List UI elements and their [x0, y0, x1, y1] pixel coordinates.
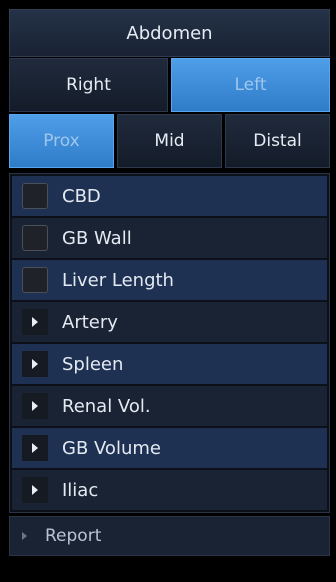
list-item-liver-length[interactable]: Liver Length: [12, 260, 327, 300]
list-item-renal-vol[interactable]: Renal Vol.: [12, 386, 327, 426]
position-selector: Prox Mid Distal: [9, 114, 330, 168]
side-selector: Right Left: [9, 58, 330, 112]
expand-arrow-icon[interactable]: [22, 435, 48, 461]
expand-arrow-icon[interactable]: [22, 477, 48, 503]
tab-right[interactable]: Right: [9, 58, 168, 112]
measurement-list: CBD GB Wall Liver Length Artery Spleen R…: [9, 173, 330, 513]
list-item-label: Renal Vol.: [62, 395, 151, 417]
expand-arrow-icon[interactable]: [22, 393, 48, 419]
cbd-checkbox[interactable]: [22, 183, 48, 209]
tab-distal[interactable]: Distal: [225, 114, 330, 168]
collapse-arrow-icon: [22, 532, 27, 540]
list-item-label: Iliac: [62, 479, 99, 501]
list-item-label: Liver Length: [62, 269, 174, 291]
gb-wall-checkbox[interactable]: [22, 225, 48, 251]
list-item-gb-volume[interactable]: GB Volume: [12, 428, 327, 468]
list-item-spleen[interactable]: Spleen: [12, 344, 327, 384]
tab-left[interactable]: Left: [171, 58, 330, 112]
list-item-artery[interactable]: Artery: [12, 302, 327, 342]
report-label: Report: [45, 526, 102, 546]
tab-mid[interactable]: Mid: [117, 114, 222, 168]
panel-title[interactable]: Abdomen: [9, 9, 330, 57]
list-item-label: Artery: [62, 311, 118, 333]
list-item-iliac[interactable]: Iliac: [12, 470, 327, 510]
expand-arrow-icon[interactable]: [22, 351, 48, 377]
list-item-label: Spleen: [62, 353, 124, 375]
expand-arrow-icon[interactable]: [22, 309, 48, 335]
liver-length-checkbox[interactable]: [22, 267, 48, 293]
list-item-gb-wall[interactable]: GB Wall: [12, 218, 327, 258]
measurement-panel: Abdomen Right Left Prox Mid Distal CBD G…: [0, 0, 336, 582]
tab-prox[interactable]: Prox: [9, 114, 114, 168]
list-item-cbd[interactable]: CBD: [12, 176, 327, 216]
list-item-label: CBD: [62, 185, 101, 207]
list-item-label: GB Wall: [62, 227, 132, 249]
report-button[interactable]: Report: [9, 516, 330, 556]
list-item-label: GB Volume: [62, 437, 161, 459]
